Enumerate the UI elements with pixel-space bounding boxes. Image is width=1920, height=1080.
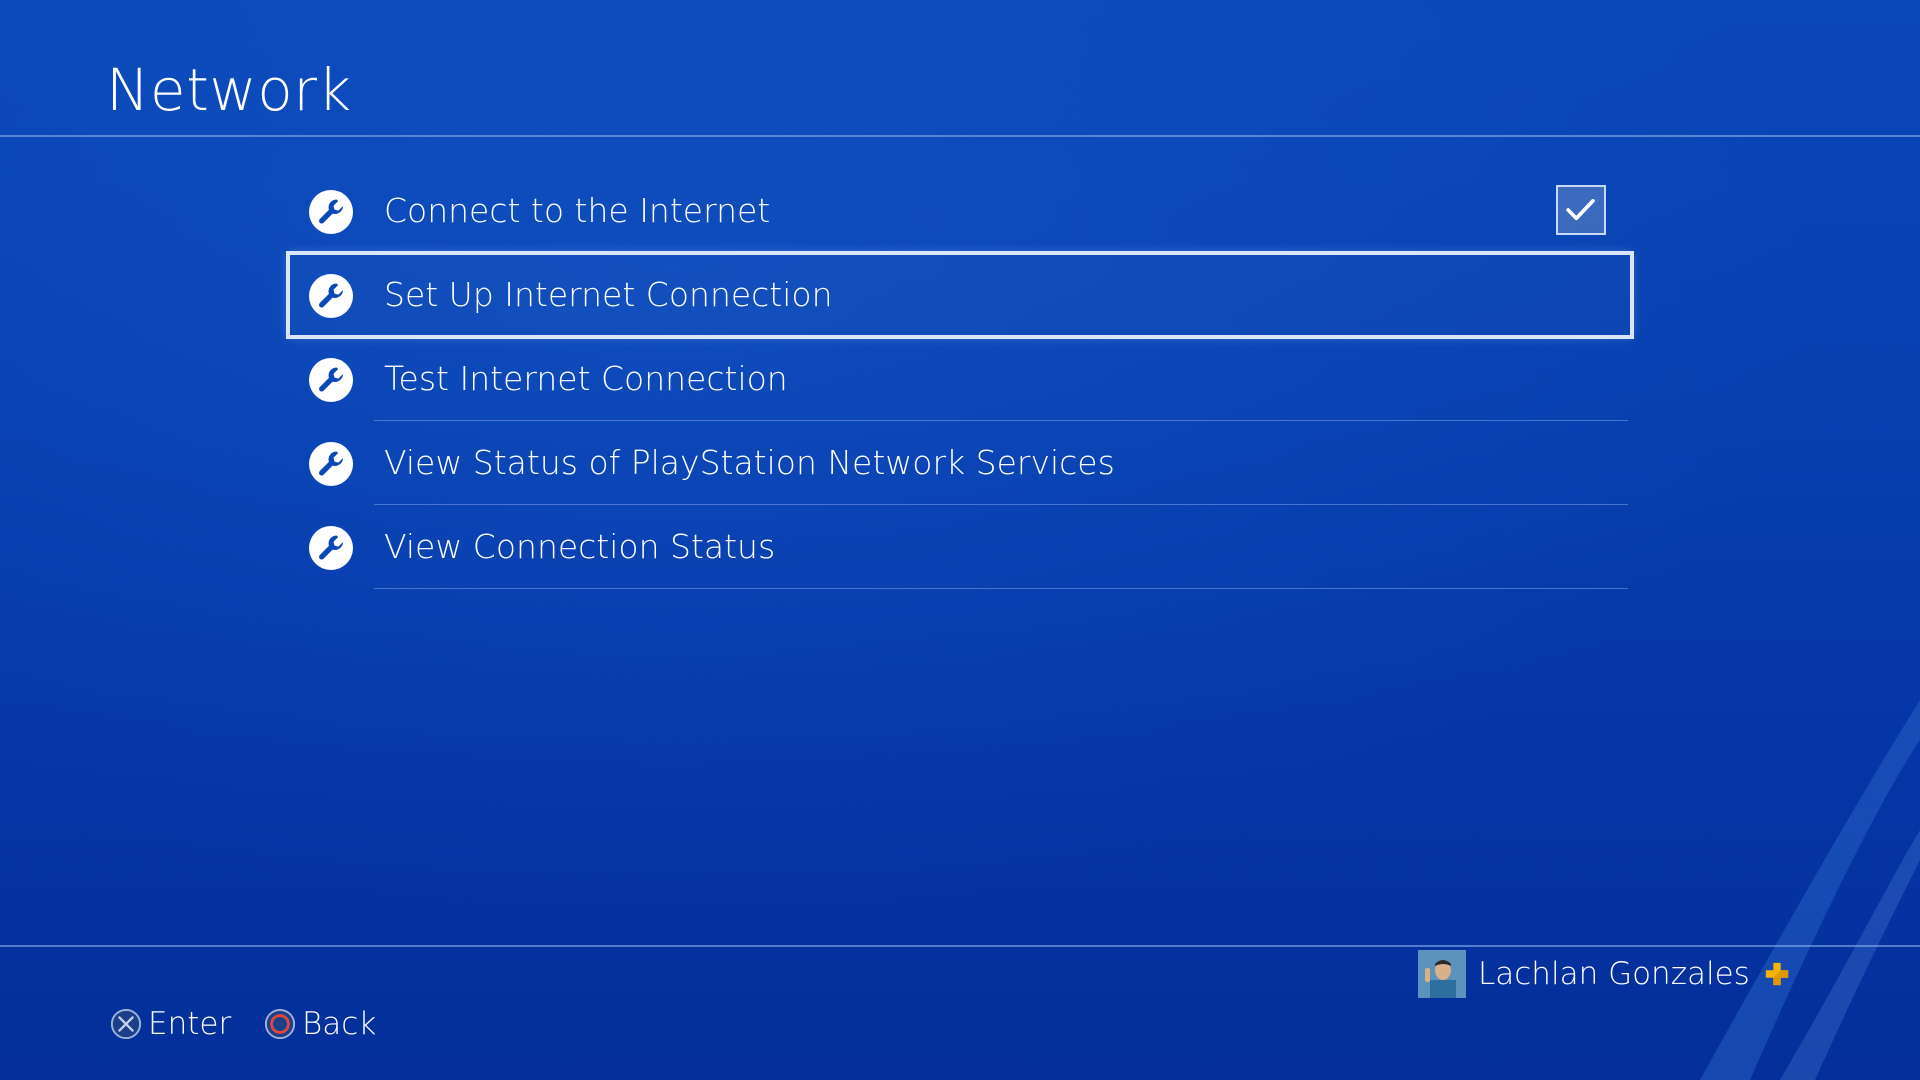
enter-hint[interactable]: Enter: [110, 1006, 231, 1042]
enter-label: Enter: [148, 1006, 232, 1042]
checkmark-icon: [1566, 198, 1595, 221]
playstation-plus-icon: [1765, 962, 1788, 986]
divider: [374, 588, 1628, 589]
wrench-icon: [309, 358, 353, 402]
circle-button-icon: [264, 1008, 296, 1040]
menu-item-label: Set Up Internet Connection: [384, 275, 833, 314]
page-title: Network: [106, 56, 352, 124]
wrench-icon: [309, 526, 353, 570]
back-hint[interactable]: Back: [264, 1006, 376, 1042]
network-menu: Connect to the Internet Set Up Internet …: [286, 169, 1634, 589]
header: Network: [0, 0, 1920, 137]
wrench-icon: [309, 190, 353, 234]
menu-item-set-up-internet-connection[interactable]: Set Up Internet Connection: [286, 251, 1634, 339]
menu-item-connect-to-internet[interactable]: Connect to the Internet: [288, 169, 1632, 253]
menu-item-label: Connect to the Internet: [384, 191, 771, 230]
wrench-icon: [309, 274, 353, 318]
cross-button-icon: [110, 1008, 142, 1040]
menu-item-view-connection-status[interactable]: View Connection Status: [288, 505, 1632, 589]
menu-item-test-internet-connection[interactable]: Test Internet Connection: [288, 337, 1632, 421]
avatar-image: [1418, 950, 1466, 998]
menu-item-label: Test Internet Connection: [384, 359, 788, 398]
back-label: Back: [302, 1006, 377, 1042]
menu-item-view-psn-status[interactable]: View Status of PlayStation Network Servi…: [288, 421, 1632, 505]
wrench-icon: [309, 442, 353, 486]
user-info[interactable]: Lachlan Gonzales: [1418, 949, 1790, 999]
avatar: [1418, 950, 1466, 998]
menu-item-label: View Connection Status: [384, 527, 776, 566]
connect-checkbox[interactable]: [1556, 185, 1606, 235]
menu-item-label: View Status of PlayStation Network Servi…: [384, 443, 1115, 482]
user-name: Lachlan Gonzales: [1478, 956, 1750, 992]
